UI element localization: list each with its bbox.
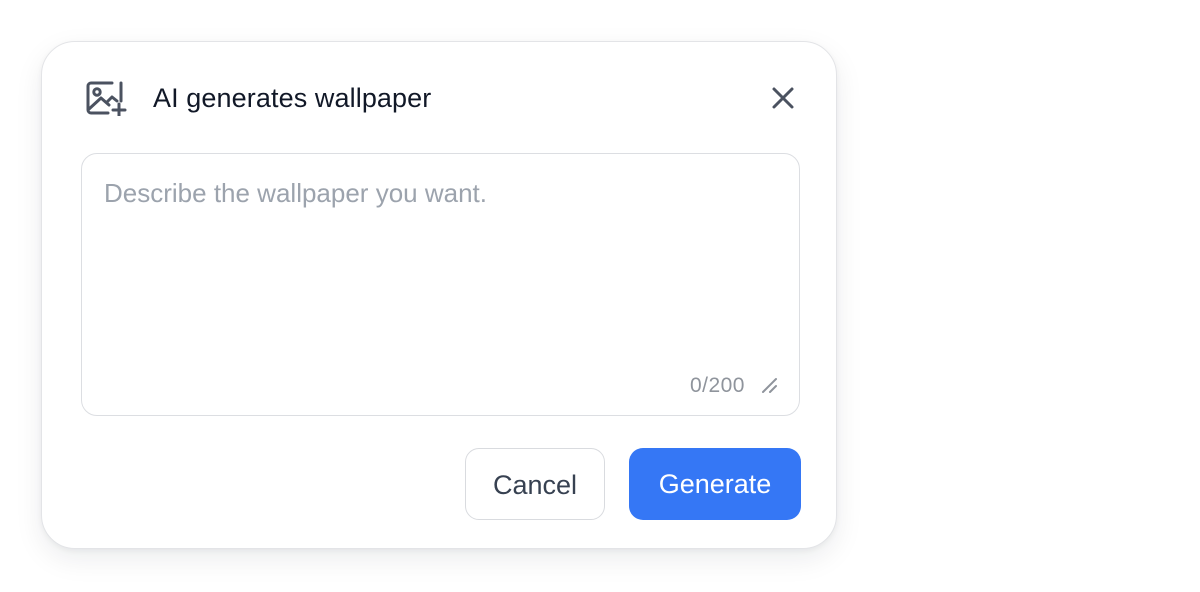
character-counter: 0/200 — [689, 374, 745, 397]
dialog-title: AI generates wallpaper — [153, 83, 432, 113]
close-button[interactable] — [768, 83, 798, 113]
cancel-button[interactable]: Cancel — [465, 448, 605, 520]
close-icon — [768, 83, 798, 113]
prompt-field: 0/200 — [81, 153, 800, 416]
resize-handle-icon[interactable] — [759, 375, 779, 395]
image-add-icon — [86, 80, 128, 116]
generate-button[interactable]: Generate — [629, 448, 801, 520]
ai-wallpaper-dialog: AI generates wallpaper 0/200 Cancel Gene… — [41, 41, 837, 549]
